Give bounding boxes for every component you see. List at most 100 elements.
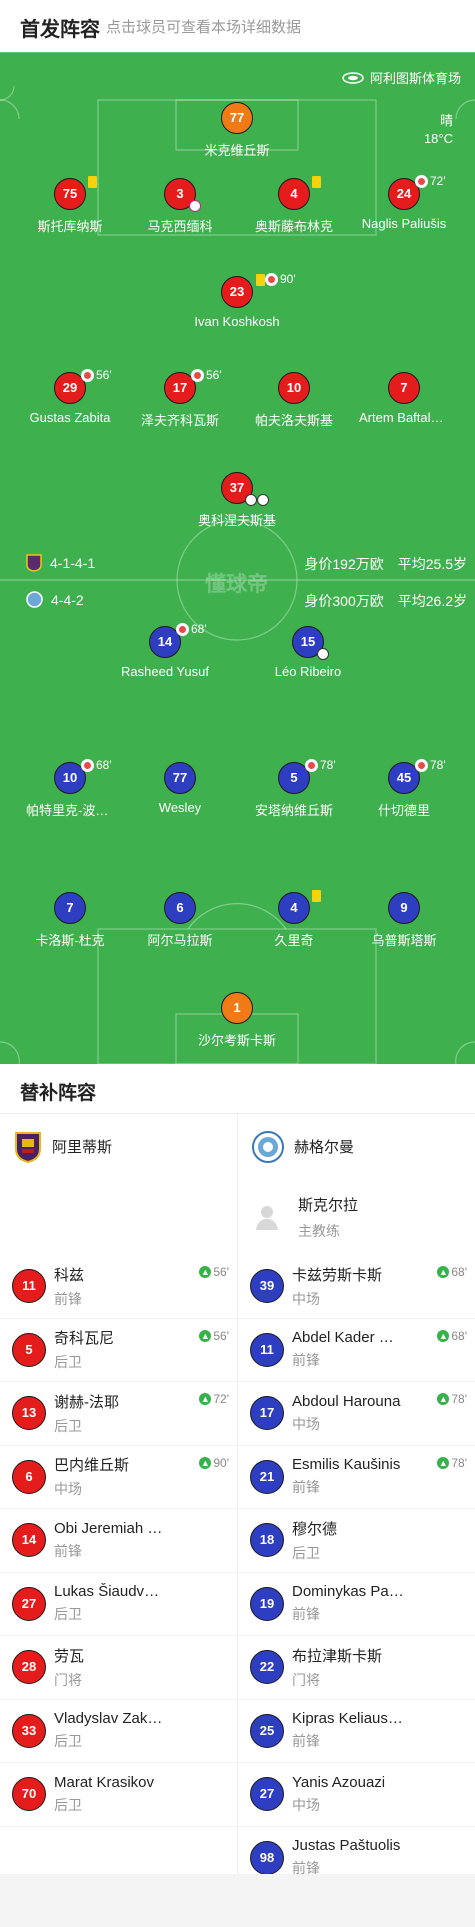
player-home-def-4[interactable]: 24 72' Naglis Paliušis bbox=[349, 174, 459, 231]
player-number: 23 bbox=[221, 276, 253, 308]
sub-player-name: Abdoul Harouna bbox=[292, 1392, 401, 1410]
sub-player-row[interactable]: 21 Esmilis Kaušinis 前锋 ▲ 78' bbox=[238, 1446, 475, 1509]
sub-player-position: 中场 bbox=[292, 1796, 320, 1813]
sub-off-icon bbox=[176, 622, 189, 636]
away-team-header: 赫格尔曼 bbox=[238, 1114, 475, 1179]
player-away-mid-2[interactable]: 77 Wesley bbox=[125, 762, 235, 815]
player-away-fw-2[interactable]: 15 Léo Ribeiro bbox=[253, 626, 363, 679]
sub-player-row[interactable]: 27 Lukas Šiaudvytis 后卫 bbox=[0, 1573, 237, 1636]
sub-player-row[interactable]: 6 巴内维丘斯 中场 ▲ 90' bbox=[0, 1446, 237, 1509]
coach-avatar-icon bbox=[256, 1206, 278, 1230]
sub-player-row[interactable]: 13 谢赫-法耶 后卫 ▲ 72' bbox=[0, 1382, 237, 1446]
sub-in-minute: 78' bbox=[451, 1455, 467, 1470]
sub-player-position: 门将 bbox=[54, 1671, 82, 1688]
player-home-def-3[interactable]: 4 奥斯藤布林克 bbox=[239, 176, 349, 235]
sub-off-marker: 78' bbox=[305, 758, 336, 772]
sub-player-name: 谢赫-法耶 bbox=[54, 1393, 119, 1411]
sub-player-name: 奇科瓦尼 bbox=[54, 1330, 115, 1348]
sub-player-position: 后卫 bbox=[54, 1606, 82, 1623]
sub-in-arrow-icon: ▲ bbox=[199, 1266, 212, 1278]
player-name: 马克西缅科 bbox=[147, 219, 213, 234]
yellow-card-icon bbox=[312, 890, 321, 902]
sub-in-arrow-icon: ▲ bbox=[199, 1393, 212, 1405]
weather-temperature: 18°C bbox=[423, 131, 453, 146]
home-subs-list: 11 科兹 前锋 ▲ 56' 5 奇科瓦尼 后卫 ▲ 56' 13 谢赫-法耶 后卫 ▲ 72' 6 巴内维丘斯… bbox=[0, 1255, 237, 1827]
sub-player-name: 科兹 bbox=[54, 1266, 85, 1284]
player-away-fw-1[interactable]: 14 68' Rasheed Yusuf bbox=[110, 622, 220, 679]
player-away-def-3[interactable]: 4 久里奇 bbox=[239, 890, 349, 949]
away-subs-list: 39卡兹劳斯卡斯中场▲68'11Abdel Kader Njoya前锋▲68' 1… bbox=[238, 1255, 475, 1890]
sub-player-number: 21 bbox=[250, 1459, 284, 1494]
player-away-mid-4[interactable]: 45 78' 什切德里 bbox=[349, 758, 459, 819]
player-home-mid-3[interactable]: 10 帕夫洛夫斯基 bbox=[239, 372, 349, 429]
sub-in-minute: 56' bbox=[213, 1265, 229, 1279]
sub-off-icon bbox=[415, 758, 428, 772]
player-home-fw[interactable]: 37 奥科涅夫斯基 bbox=[182, 472, 292, 529]
sub-off-minute: 56' bbox=[206, 368, 222, 382]
player-away-mid-3[interactable]: 5 78' 安塔纳维丘斯 bbox=[239, 758, 349, 819]
player-name: Rasheed Yusuf bbox=[121, 664, 209, 679]
sub-player-row[interactable]: 27 Yanis Azouazi 中场 bbox=[238, 1763, 475, 1827]
player-home-mid-2[interactable]: 17 56' 泽夫齐科瓦斯 bbox=[125, 368, 235, 429]
sub-player-info: 奇科瓦尼 后卫 bbox=[54, 1327, 166, 1372]
player-home-gk[interactable]: 77 米克维丘斯 bbox=[182, 102, 292, 159]
sub-player-row[interactable]: 14 Obi Jeremiah Chinedu 前锋 bbox=[0, 1509, 237, 1573]
sub-player-row[interactable]: 5 奇科瓦尼 后卫 ▲ 56' bbox=[0, 1319, 237, 1382]
player-home-mid-1[interactable]: 29 56' Gustas Zabita bbox=[15, 368, 125, 425]
sub-off-marker: 56' bbox=[191, 368, 222, 382]
sub-player-row[interactable]: 33 Vladyslav Zakharov 后卫 bbox=[0, 1700, 237, 1763]
sub-player-info: 巴内维丘斯 中场 bbox=[54, 1454, 166, 1499]
sub-player-row[interactable]: 28 劳瓦 门将 bbox=[0, 1636, 237, 1700]
sub-off-marker: 72' bbox=[415, 174, 446, 188]
sub-player-row[interactable]: 17 Abdoul Harouna 中场 ▲ 78' bbox=[238, 1382, 475, 1446]
sub-player-number: 98 bbox=[250, 1840, 284, 1875]
player-home-def-2[interactable]: 3 马克西缅科 bbox=[125, 178, 235, 235]
sub-player-row[interactable]: 19 Dominykas Paulauskas 前锋 bbox=[238, 1573, 475, 1636]
sub-player-row[interactable]: 11 Abdel Kader Njoya 前锋 ▲68' bbox=[238, 1319, 475, 1382]
player-name: Ivan Koshkosh bbox=[194, 314, 280, 329]
away-crest-icon bbox=[26, 591, 43, 608]
sub-player-row[interactable]: 39 卡兹劳斯卡斯 中场 ▲ 68' bbox=[238, 1255, 475, 1319]
player-number: 77 bbox=[221, 102, 253, 134]
sub-player-number: 11 bbox=[12, 1269, 46, 1304]
sub-player-info: Dominykas Paulauskas 前锋 bbox=[292, 1583, 404, 1624]
player-name: 什切德里 bbox=[377, 803, 430, 818]
venue-name: 阿利图斯体育场 bbox=[369, 71, 461, 86]
sub-off-marker: 56' bbox=[81, 368, 112, 382]
player-home-mid-4[interactable]: 7 Artem Baftalovskiy bbox=[349, 372, 459, 425]
player-away-gk[interactable]: 1 沙尔考斯卡斯 bbox=[182, 992, 292, 1049]
lineup-header: 首发阵容 点击球员可查看本场详细数据 bbox=[0, 0, 475, 52]
sub-player-row[interactable]: 22 布拉津斯卡斯 门将 bbox=[238, 1636, 475, 1700]
player-home-dm[interactable]: 23 90' Ivan Koshkosh bbox=[182, 272, 295, 329]
sub-player-number: 70 bbox=[12, 1777, 46, 1812]
sub-player-number: 17 bbox=[250, 1396, 284, 1431]
sub-player-name: Kipras Keliauskas bbox=[292, 1710, 404, 1728]
player-away-mid-1[interactable]: 10 68' 帕特里克-波格丹 bbox=[15, 758, 125, 819]
player-away-def-2[interactable]: 6 阿尔马拉斯 bbox=[125, 892, 235, 949]
player-away-def-1[interactable]: 7 卡洛斯-杜克 bbox=[15, 892, 125, 949]
sub-player-position: 后卫 bbox=[54, 1796, 82, 1813]
sub-player-number: 14 bbox=[12, 1523, 46, 1558]
sub-player-name: 劳瓦 bbox=[54, 1647, 85, 1665]
player-home-def-1[interactable]: 75 斯托库纳斯 bbox=[15, 176, 125, 235]
sub-player-name: Abdel Kader Njoya bbox=[292, 1329, 404, 1347]
away-coach[interactable]: 斯克尔拉 主教练 bbox=[238, 1179, 475, 1255]
sub-player-name: 穆尔德 bbox=[292, 1520, 338, 1538]
sub-in-arrow-icon: ▲ bbox=[437, 1393, 450, 1405]
sub-player-number: 13 bbox=[12, 1396, 46, 1431]
sub-player-name: Lukas Šiaudvytis bbox=[54, 1583, 166, 1601]
sub-in-marker: ▲ 68' bbox=[437, 1265, 467, 1279]
sub-player-row[interactable]: 70 Marat Krasikov 后卫 bbox=[0, 1763, 237, 1827]
player-name: 帕夫洛夫斯基 bbox=[254, 413, 333, 428]
player-away-def-4[interactable]: 9 乌普斯塔斯 bbox=[349, 892, 459, 949]
away-formation: 4-4-2 bbox=[51, 591, 84, 608]
sub-player-name: Dominykas Paulauskas bbox=[292, 1583, 404, 1601]
player-name: 泽夫齐科瓦斯 bbox=[140, 413, 219, 428]
sub-player-row[interactable]: 18 穆尔德 后卫 bbox=[238, 1509, 475, 1573]
sub-player-position: 前锋 bbox=[292, 1479, 320, 1496]
sub-player-row[interactable]: 11 科兹 前锋 ▲ 56' bbox=[0, 1255, 237, 1319]
sub-in-minute: 72' bbox=[213, 1392, 229, 1406]
sub-player-row[interactable]: 25 Kipras Keliauskas 前锋 bbox=[238, 1700, 475, 1763]
sub-in-arrow-icon: ▲ bbox=[437, 1266, 450, 1278]
sub-player-position: 后卫 bbox=[292, 1544, 320, 1561]
